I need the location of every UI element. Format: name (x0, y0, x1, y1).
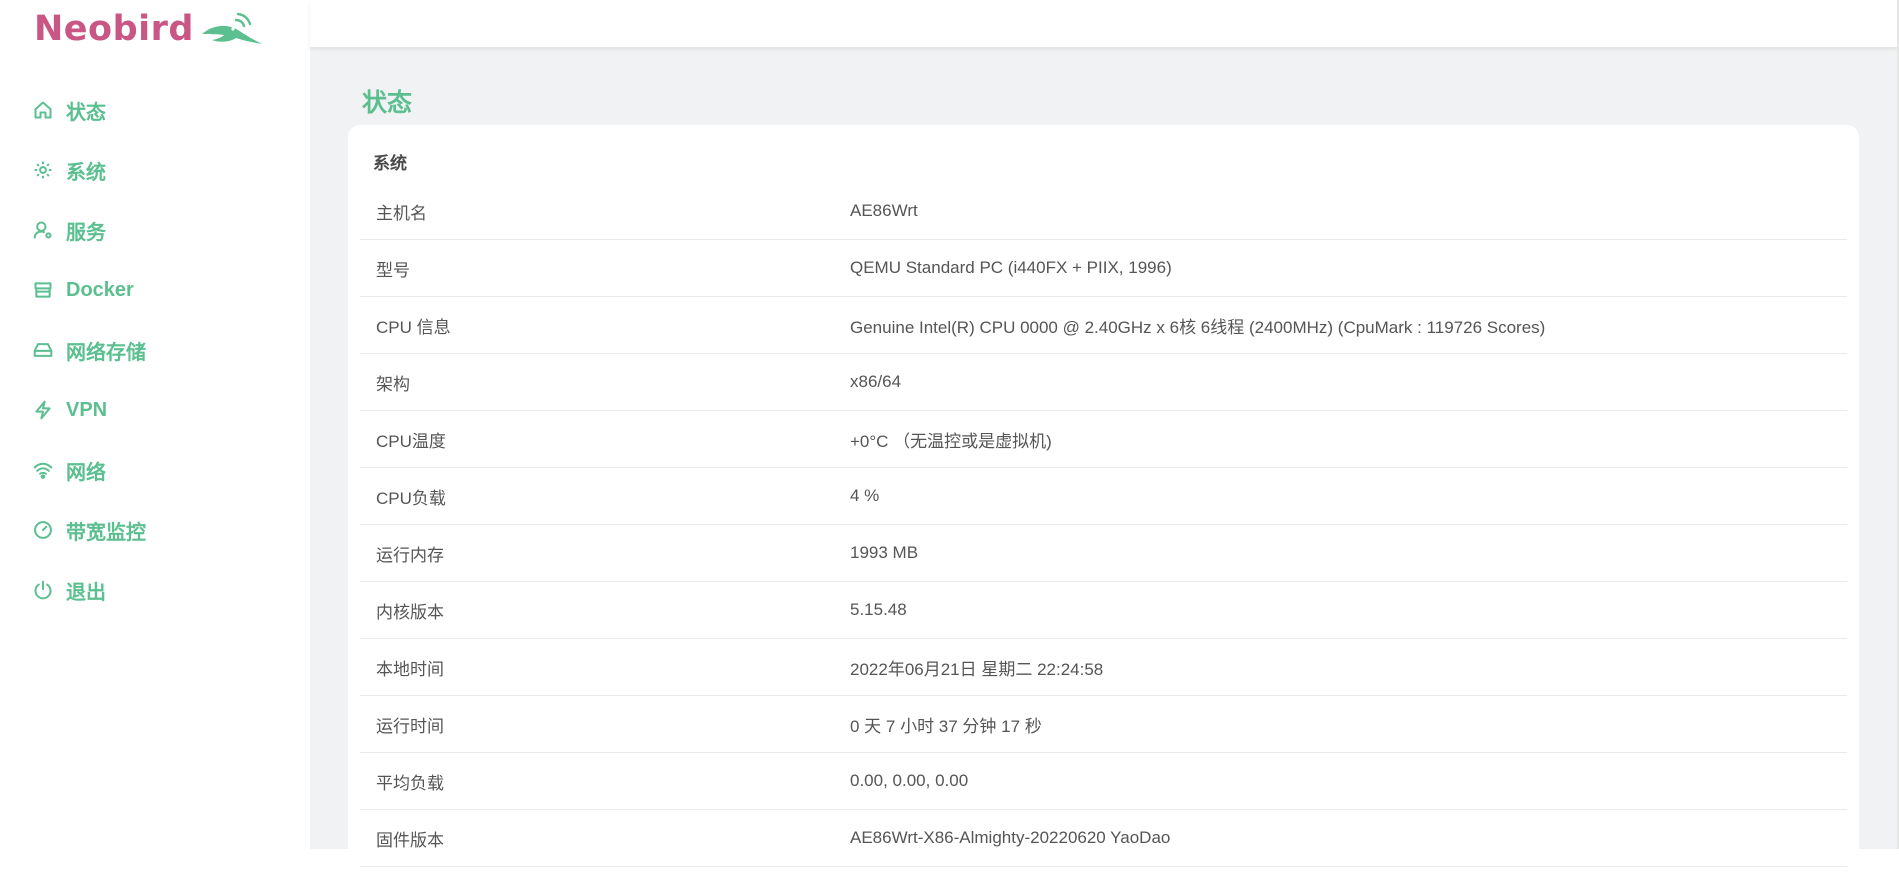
row-key: 固件版本 (376, 830, 444, 850)
sidebar: Neobird 状态 系统 服务 Docker 网络存储 VPN 网络 带宽监控… (0, 0, 310, 849)
sidebar-item-label: Docker (66, 278, 134, 301)
sidebar-item-label: 带宽监控 (66, 521, 146, 544)
row-key: 主机名 (376, 203, 427, 223)
row-value: 0 天 7 小时 37 分钟 17 秒 (850, 716, 1042, 736)
power-icon (30, 577, 56, 603)
logo-text: Neobird (34, 9, 194, 49)
page-title: 状态 (362, 89, 413, 117)
sidebar-item-label: 网络存储 (66, 341, 146, 364)
sidebar-nav: 状态 系统 服务 Docker 网络存储 VPN 网络 带宽监控 退出 (30, 80, 146, 620)
table-row: 运行时间 0 天 7 小时 37 分钟 17 秒 (360, 696, 1847, 753)
sidebar-item-nas[interactable]: 网络存储 (30, 320, 146, 380)
gauge-icon (30, 517, 56, 543)
row-value: 2022年06月21日 星期二 22:24:58 (850, 659, 1104, 679)
row-value: x86/64 (850, 372, 902, 391)
table-row: CPU负载 4 % (360, 468, 1847, 525)
row-value: Genuine Intel(R) CPU 0000 @ 2.40GHz x 6核… (850, 317, 1546, 337)
sidebar-item-label: VPN (66, 398, 108, 421)
sidebar-item-label: 系统 (66, 161, 106, 184)
logo[interactable]: Neobird (34, 6, 264, 52)
sidebar-item-bandwidth[interactable]: 带宽监控 (30, 500, 146, 560)
row-value: AE86Wrt-X86-Almighty-20220620 YaoDao (850, 828, 1171, 847)
row-value: 5.15.48 (850, 600, 907, 619)
sidebar-item-label: 退出 (66, 581, 106, 604)
row-key: 运行时间 (376, 716, 444, 736)
row-value: 1993 MB (850, 543, 919, 562)
row-key: 型号 (376, 260, 410, 280)
info-table: 主机名 AE86Wrt 型号 QEMU Standard PC (i440FX + … (360, 183, 1847, 867)
table-row: CPU 信息 Genuine Intel(R) CPU 0000 @ 2.40GH… (360, 297, 1847, 354)
sidebar-item-logout[interactable]: 退出 (30, 560, 146, 620)
bird-icon (201, 12, 262, 44)
table-row: 型号 QEMU Standard PC (i440FX + PIIX, 1996) (360, 240, 1847, 297)
sidebar-item-vpn[interactable]: VPN (30, 380, 146, 440)
row-key: 本地时间 (376, 659, 444, 679)
sidebar-item-label: 服务 (66, 221, 106, 244)
gear-icon (30, 157, 56, 183)
bolt-icon (30, 397, 56, 423)
table-row: 主机名 AE86Wrt (360, 183, 1847, 240)
home-icon (30, 97, 56, 123)
sidebar-item-network[interactable]: 网络 (30, 440, 146, 500)
wifi-icon (30, 457, 56, 483)
row-key: 平均负载 (376, 773, 444, 793)
table-row: CPU温度 +0°C （无温控或是虚拟机) (360, 411, 1847, 468)
section-title: 系统 (373, 154, 407, 173)
table-row: 固件版本 AE86Wrt-X86-Almighty-20220620 YaoDao (360, 810, 1847, 867)
table-row: 内核版本 5.15.48 (360, 582, 1847, 639)
drive-icon (30, 337, 56, 363)
main-content: 状态 系统 主机名 AE86Wrt 型号 QEMU Standard PC (i44… (310, 47, 1899, 885)
row-key: 运行内存 (376, 545, 444, 565)
system-card: 系统 主机名 AE86Wrt 型号 QEMU Standard PC (i440FX… (348, 125, 1859, 885)
sidebar-item-status[interactable]: 状态 (30, 80, 146, 140)
sidebar-item-docker[interactable]: Docker (30, 260, 146, 320)
sidebar-item-label: 网络 (66, 461, 106, 484)
table-row: 平均负载 0.00, 0.00, 0.00 (360, 753, 1847, 810)
row-value: 0.00, 0.00, 0.00 (850, 771, 969, 790)
row-key: 内核版本 (376, 602, 444, 622)
row-value: 4 % (850, 486, 880, 505)
sidebar-item-system[interactable]: 系统 (30, 140, 146, 200)
row-value: +0°C （无温控或是虚拟机) (850, 431, 1052, 451)
row-value: AE86Wrt (850, 201, 918, 220)
table-row: 架构 x86/64 (360, 354, 1847, 411)
row-key: 架构 (376, 374, 410, 394)
row-key: CPU负载 (376, 488, 446, 508)
top-bar (310, 0, 1899, 47)
user-gear-icon (30, 217, 56, 243)
row-value: QEMU Standard PC (i440FX + PIIX, 1996) (850, 258, 1172, 277)
sidebar-item-services[interactable]: 服务 (30, 200, 146, 260)
row-key: CPU 信息 (376, 317, 451, 337)
store-icon (30, 277, 56, 303)
sidebar-item-label: 状态 (66, 101, 106, 124)
table-row: 本地时间 2022年06月21日 星期二 22:24:58 (360, 639, 1847, 696)
row-key: CPU温度 (376, 431, 446, 451)
table-row: 运行内存 1993 MB (360, 525, 1847, 582)
